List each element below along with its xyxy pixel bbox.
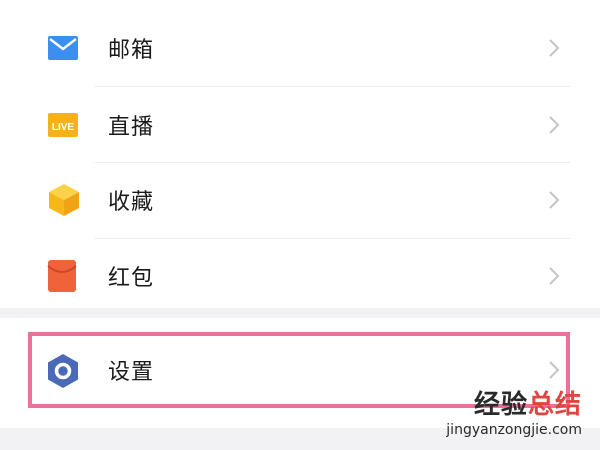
chevron-right-icon [549,191,560,209]
menu-item-label: 收藏 [108,190,155,215]
watermark-title-part2: 总结 [527,390,582,420]
live-badge-text: LIVE [52,122,75,133]
watermark: 经验总结 jingyanzongjie.com [446,390,582,438]
menu-item-label: 直播 [108,115,155,140]
menu-item-mail[interactable]: 邮箱 [0,10,600,86]
red-packet-icon [47,260,77,292]
menu-item-live[interactable]: LIVE 直播 [0,87,600,163]
chevron-right-icon [549,116,560,134]
mail-icon [48,36,78,60]
menu-item-label: 红包 [108,266,155,291]
menu-item-label: 邮箱 [108,38,155,63]
watermark-url: jingyanzongjie.com [446,422,582,438]
menu-card: 邮箱 LIVE 直播 收藏 红包 [0,0,600,308]
live-icon: LIVE [48,113,78,137]
favorites-box-icon [49,184,79,216]
chevron-right-icon [549,39,560,57]
chevron-right-icon [549,267,560,285]
menu-item-red-packet[interactable]: 红包 [0,238,600,314]
menu-item-favorites[interactable]: 收藏 [0,162,600,238]
watermark-title-part1: 经验 [473,390,528,420]
watermark-title: 经验总结 [446,390,582,420]
